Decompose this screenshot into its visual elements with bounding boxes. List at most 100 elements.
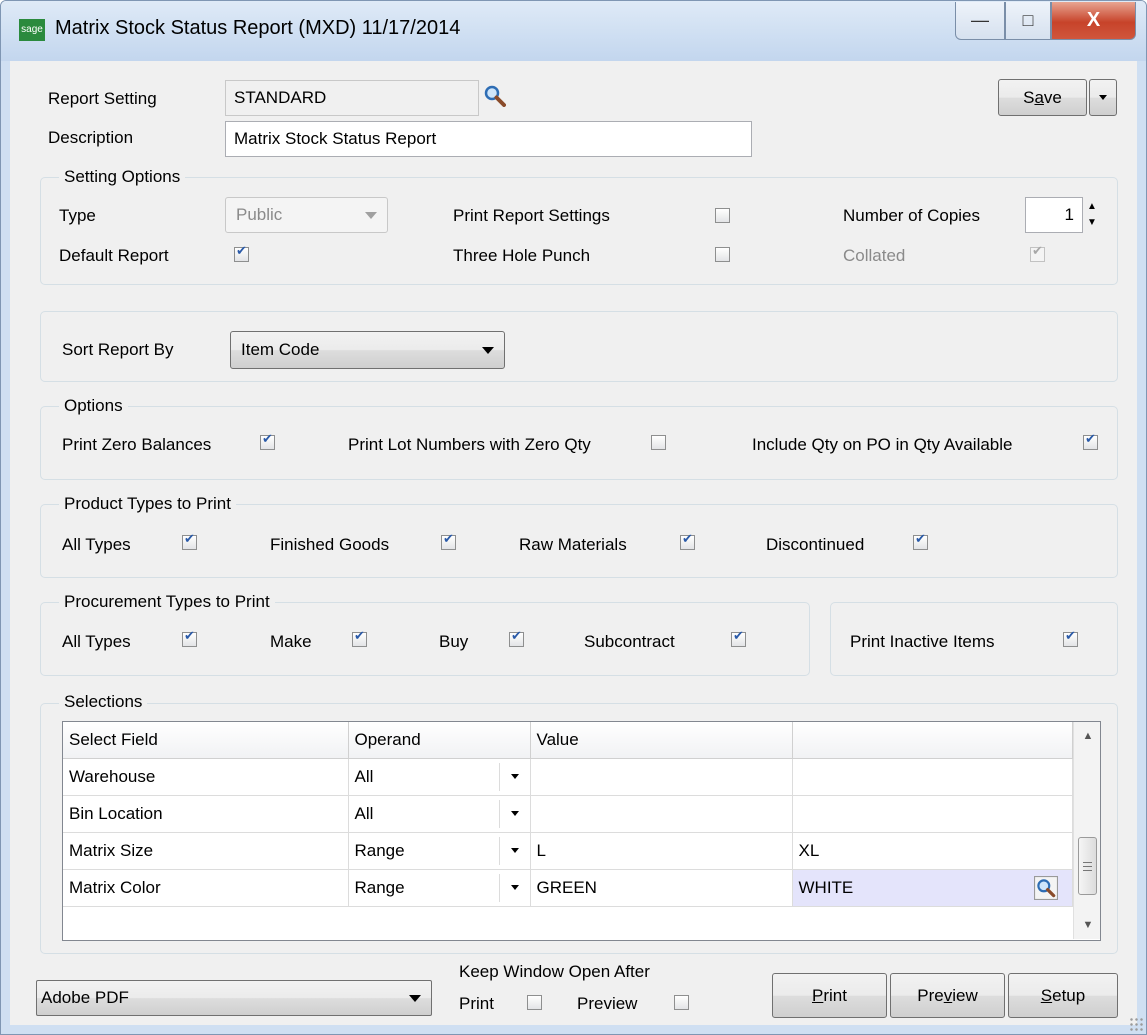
select-field-cell[interactable]: Warehouse — [63, 758, 349, 796]
close-button[interactable]: X — [1051, 2, 1136, 40]
selections-table: Select Field Operand Value Warehouse All… — [63, 722, 1073, 907]
scroll-up-icon[interactable]: ▲ — [1074, 722, 1100, 750]
chevron-down-icon[interactable] — [498, 762, 530, 791]
value-to-cell[interactable] — [792, 758, 1073, 796]
finished-goods-checkbox[interactable] — [441, 532, 456, 550]
number-of-copies-field[interactable]: 1 — [1025, 197, 1083, 233]
value-cell[interactable] — [530, 758, 793, 796]
select-field-cell[interactable]: Matrix Color — [63, 869, 349, 907]
operand-value: All — [354, 766, 374, 786]
operand-cell[interactable]: All — [348, 795, 531, 833]
print-zero-balances-checkbox[interactable] — [260, 432, 275, 450]
type-dropdown[interactable]: Public — [225, 197, 388, 233]
grid-header-row: Select Field Operand Value — [63, 722, 1073, 759]
table-row[interactable]: Warehouse All — [63, 758, 1073, 796]
table-row[interactable]: Matrix Size Range L XL — [63, 832, 1073, 870]
scroll-down-icon[interactable]: ▼ — [1074, 911, 1100, 939]
resize-grip-icon[interactable] — [1129, 1017, 1143, 1031]
report-setting-lookup-icon[interactable] — [484, 85, 506, 107]
raw-materials-label: Raw Materials — [519, 535, 627, 554]
procurement-types-group — [40, 602, 810, 676]
setup-button[interactable]: Setup — [1008, 973, 1118, 1018]
spin-down-icon[interactable]: ▼ — [1085, 217, 1099, 229]
setting-options-title: Setting Options — [59, 167, 186, 187]
selections-title: Selections — [59, 692, 148, 712]
sage-logo-icon: sage — [19, 19, 45, 41]
sort-report-by-dropdown[interactable]: Item Code — [230, 331, 505, 369]
report-setting-label: Report Setting — [48, 89, 157, 108]
chevron-down-icon[interactable] — [498, 836, 530, 865]
operand-cell[interactable]: Range — [348, 832, 531, 870]
column-header-value[interactable]: Value — [530, 722, 793, 759]
value-to-cell[interactable]: WHITE — [792, 869, 1073, 907]
print-zero-balances-label: Print Zero Balances — [62, 435, 212, 454]
print-report-settings-checkbox[interactable] — [715, 208, 730, 223]
setup-button-accel: S — [1040, 985, 1053, 1005]
spin-up-icon[interactable]: ▲ — [1085, 201, 1099, 213]
save-button[interactable]: Sa ve — [998, 79, 1087, 116]
chevron-down-icon — [1099, 95, 1107, 100]
print-inactive-items-checkbox[interactable] — [1063, 629, 1078, 647]
procurement-all-types-checkbox[interactable] — [182, 629, 197, 647]
select-field-cell[interactable]: Bin Location — [63, 795, 349, 833]
column-header-value-to[interactable] — [792, 722, 1073, 759]
include-qty-po-checkbox[interactable] — [1083, 432, 1098, 450]
selections-grid[interactable]: Select Field Operand Value Warehouse All… — [62, 721, 1101, 941]
chevron-down-icon[interactable] — [498, 873, 530, 902]
value-to-cell[interactable] — [792, 795, 1073, 833]
default-report-checkbox[interactable] — [234, 244, 249, 262]
printer-dropdown[interactable]: Adobe PDF — [36, 980, 432, 1016]
value-cell[interactable]: L — [530, 832, 793, 870]
print-lot-numbers-checkbox[interactable] — [651, 435, 666, 450]
chevron-down-icon[interactable] — [498, 799, 530, 828]
window-frame-bottom — [1, 1025, 1146, 1034]
save-dropdown-button[interactable] — [1089, 79, 1117, 116]
make-checkbox[interactable] — [352, 629, 367, 647]
minimize-button[interactable]: — — [955, 2, 1005, 40]
collated-label: Collated — [843, 246, 906, 265]
finished-goods-label: Finished Goods — [270, 535, 390, 554]
include-qty-po-label: Include Qty on PO in Qty Available — [752, 435, 1013, 454]
operand-cell[interactable]: All — [348, 758, 531, 796]
discontinued-label: Discontinued — [766, 535, 865, 554]
keep-open-print-checkbox[interactable] — [527, 995, 542, 1010]
scroll-thumb[interactable] — [1078, 837, 1097, 895]
print-button-text: rint — [823, 985, 847, 1005]
title-bar[interactable]: sage Matrix Stock Status Report (MXD) 11… — [1, 1, 1146, 61]
description-field[interactable]: Matrix Stock Status Report — [225, 121, 752, 157]
operand-value: Range — [354, 877, 405, 897]
report-setting-field[interactable]: STANDARD — [225, 80, 479, 116]
grid-vertical-scrollbar[interactable]: ▲ ▼ — [1073, 722, 1100, 939]
operand-cell[interactable]: Range — [348, 869, 531, 907]
chevron-down-icon — [409, 995, 421, 1002]
buy-checkbox[interactable] — [509, 629, 524, 647]
discontinued-checkbox[interactable] — [913, 532, 928, 550]
window-title: Matrix Stock Status Report (MXD) 11/17/2… — [55, 17, 461, 39]
column-header-select-field[interactable]: Select Field — [63, 722, 349, 759]
print-button[interactable]: Print — [772, 973, 887, 1018]
print-lot-numbers-label: Print Lot Numbers with Zero Qty — [348, 435, 591, 454]
maximize-button[interactable]: □ — [1005, 2, 1051, 40]
window-frame-left — [1, 61, 10, 1034]
close-icon: X — [1086, 9, 1101, 31]
default-report-label: Default Report — [59, 246, 169, 265]
save-label-pre: S — [1023, 87, 1035, 107]
raw-materials-checkbox[interactable] — [680, 532, 695, 550]
table-row[interactable]: Matrix Color Range GREEN WHITE — [63, 869, 1073, 907]
select-field-cell[interactable]: Matrix Size — [63, 832, 349, 870]
operand-value: All — [354, 803, 374, 823]
subcontract-checkbox[interactable] — [731, 629, 746, 647]
printer-value: Adobe PDF — [41, 988, 129, 1007]
value-lookup-icon[interactable] — [1033, 875, 1058, 900]
preview-button[interactable]: Pre v iew — [890, 973, 1005, 1018]
value-to-cell[interactable]: XL — [792, 832, 1073, 870]
product-all-types-checkbox[interactable] — [182, 532, 197, 550]
type-value: Public — [236, 205, 283, 224]
three-hole-punch-checkbox[interactable] — [715, 247, 730, 262]
keep-open-preview-checkbox[interactable] — [674, 995, 689, 1010]
value-cell[interactable] — [530, 795, 793, 833]
table-row[interactable]: Bin Location All — [63, 795, 1073, 833]
column-header-operand[interactable]: Operand — [348, 722, 531, 759]
value-cell[interactable]: GREEN — [530, 869, 793, 907]
maximize-icon: □ — [1022, 10, 1034, 30]
